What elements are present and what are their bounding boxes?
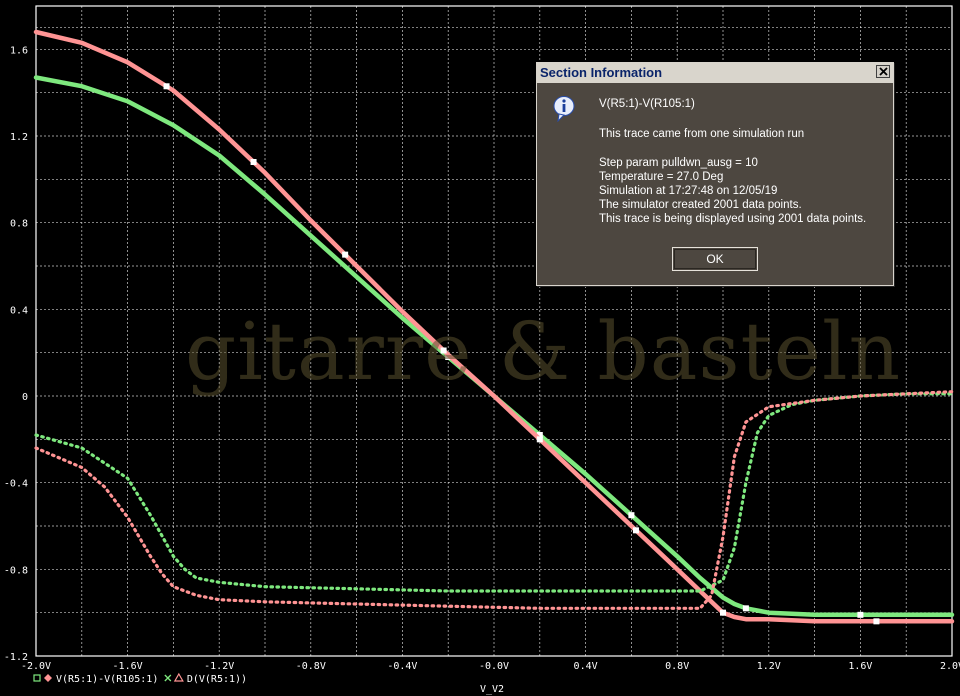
dialog-titlebar[interactable]: Section Information (537, 63, 893, 83)
close-icon (879, 67, 888, 76)
x-tick-label: -0.8V (296, 661, 326, 672)
data-marker (163, 83, 170, 90)
section-information-dialog: Section Information V(R5:1)-V(R105:1) Th… (536, 62, 894, 286)
data-marker (536, 436, 543, 443)
x-tick-label: -1.6V (113, 661, 143, 672)
data-marker (873, 618, 880, 625)
y-tick-label: 0.4 (10, 305, 28, 316)
data-marker (250, 159, 257, 165)
data-marker (440, 347, 447, 354)
trace-name: V(R5:1)-V(R105:1) (599, 98, 695, 110)
x-axis-title: V_V2 (480, 684, 505, 695)
close-button[interactable] (876, 65, 890, 78)
legend-marker-square (33, 674, 41, 682)
x-tick-label: 0.4V (574, 661, 598, 672)
y-tick-label: 0 (22, 392, 28, 403)
ok-button[interactable]: OK (672, 247, 758, 271)
data-marker (720, 609, 726, 616)
data-marker (632, 527, 639, 534)
info-icon (553, 96, 575, 122)
legend-marker-x (164, 674, 172, 682)
data-marker (342, 251, 349, 258)
y-tick-label: -0.4 (4, 479, 28, 490)
data-marker (628, 512, 635, 519)
points-displayed: This trace is being displayed using 2001… (599, 213, 867, 225)
x-tick-label: 2.0V (940, 661, 960, 672)
y-tick-label: 1.6 (10, 45, 28, 56)
data-marker (857, 611, 864, 618)
legend-marker-diamond (44, 674, 52, 682)
x-tick-label: -1.2V (204, 661, 234, 672)
simulation-time: Simulation at 17:27:48 on 12/05/19 (599, 185, 778, 197)
dialog-title: Section Information (540, 65, 663, 80)
x-tick-label: 1.2V (757, 661, 781, 672)
y-tick-label: 0.8 (10, 219, 28, 230)
step-param: Step param pulldwn_ausg = 10 (599, 157, 758, 169)
data-marker (742, 605, 749, 612)
x-tick-label: -0.0V (479, 661, 509, 672)
x-tick-label: -0.4V (387, 661, 417, 672)
legend-marker-triangle (173, 672, 184, 682)
points-created: The simulator created 2001 data points. (599, 199, 802, 211)
legend-label: V(R5:1)-V(R105:1) (56, 674, 158, 685)
temperature: Temperature = 27.0 Deg (599, 171, 724, 183)
y-tick-label: -0.8 (4, 565, 28, 576)
trace-source: This trace came from one simulation run (599, 128, 805, 140)
y-tick-label: -1.2 (4, 652, 28, 663)
legend-label: D(V(R5:1)) (187, 674, 247, 685)
y-tick-label: 1.2 (10, 132, 28, 143)
x-tick-label: 1.6V (848, 661, 872, 672)
x-tick-label: 0.8V (665, 661, 689, 672)
legend: V(R5:1)-V(R105:1) D(V(R5:1)) (33, 672, 247, 685)
